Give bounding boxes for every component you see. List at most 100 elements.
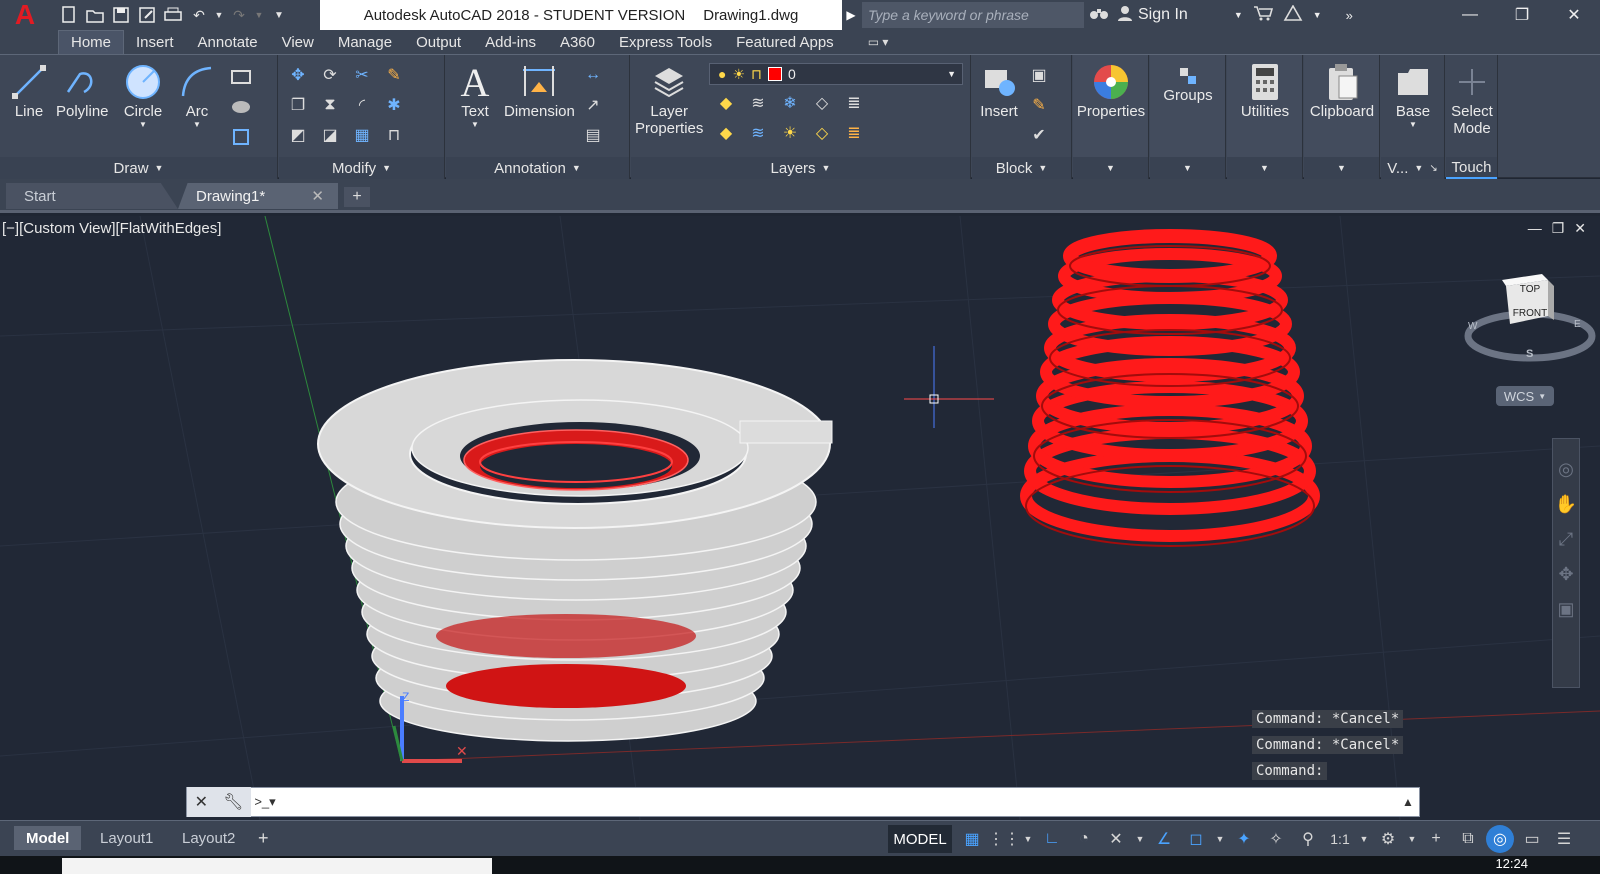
leader-icon[interactable]: ↗ — [580, 93, 606, 117]
rectangle-icon[interactable] — [228, 65, 254, 89]
command-prompt-icon[interactable]: >_▾ — [251, 787, 279, 817]
object-snap-tracking-icon[interactable]: ∠ — [1150, 825, 1178, 853]
touch-panel-footer[interactable]: Touch — [1446, 157, 1497, 179]
move-icon[interactable]: ✥ — [285, 63, 311, 87]
application-menu-button[interactable]: A — [0, 0, 50, 30]
tab-insert[interactable]: Insert — [124, 30, 186, 54]
wcs-menu[interactable]: WCS ▼ — [1496, 386, 1554, 406]
compass-east[interactable]: E — [1574, 319, 1581, 330]
circle-tool[interactable]: Circle ▼ — [122, 61, 164, 129]
redo-icon[interactable]: ↷ — [228, 5, 250, 25]
tab-annotate[interactable]: Annotate — [186, 30, 270, 54]
table-icon[interactable]: ▤ — [580, 123, 606, 147]
tab-start[interactable]: Start — [6, 183, 178, 209]
layer-match-icon[interactable]: ≣ — [841, 91, 867, 115]
layer-thaw-icon[interactable]: ☀ — [777, 121, 803, 145]
search-input[interactable]: Type a keyword or phrase — [862, 2, 1084, 28]
undo-dropdown-icon[interactable]: ▼ — [214, 5, 224, 25]
groups-panel-footer[interactable]: ▼ — [1150, 157, 1225, 179]
copy-icon[interactable]: ❐ — [285, 93, 311, 117]
viewcube-front-label[interactable]: FRONT — [1508, 308, 1552, 319]
clipboard-panel[interactable]: Clipboard ▼ — [1304, 55, 1380, 179]
compass-west[interactable]: W — [1468, 321, 1477, 332]
tab-model[interactable]: Model — [14, 826, 82, 850]
line-tool[interactable]: Line — [8, 61, 50, 120]
plot-icon[interactable] — [162, 5, 184, 25]
auto-scale-icon[interactable]: ✧ — [1262, 825, 1290, 853]
hardware-acceleration-icon[interactable]: ◎ — [1486, 825, 1514, 853]
select-mode-tool[interactable]: Select Mode — [1446, 61, 1498, 137]
edit-block-icon[interactable]: ✎ — [1026, 93, 1052, 117]
viewport-maximize-icon[interactable]: ❐ — [1552, 220, 1565, 237]
viewport-controls-label[interactable]: [−][Custom View][FlatWithEdges] — [2, 220, 221, 237]
isolate-objects-icon[interactable]: ⧉ — [1454, 825, 1482, 853]
layer-walk-icon[interactable]: ≣ — [841, 121, 867, 145]
clean-screen-icon[interactable]: ▭ — [1518, 825, 1546, 853]
isodraft-icon[interactable]: ✕ — [1102, 825, 1130, 853]
mirror-icon[interactable]: ⧗ — [317, 93, 343, 117]
explode-icon[interactable]: ✱ — [381, 93, 407, 117]
offset-icon[interactable]: ⊓ — [381, 123, 407, 147]
polar-icon[interactable]: ◔ — [1070, 825, 1098, 853]
undo-icon[interactable]: ↶ — [188, 5, 210, 25]
close-command-icon[interactable]: ✕ — [195, 792, 208, 812]
hatch-icon[interactable] — [228, 95, 254, 119]
arc-tool[interactable]: Arc ▼ — [176, 61, 218, 129]
viewcube-top-label[interactable]: TOP — [1508, 284, 1552, 295]
close-icon[interactable]: ✕ — [1548, 0, 1600, 30]
layer-lock-icon[interactable]: ◇ — [809, 91, 835, 115]
scale-value[interactable]: 1:1 — [1326, 825, 1354, 853]
create-block-icon[interactable]: ▣ — [1026, 63, 1052, 87]
text-tool[interactable]: A Text ▼ — [454, 60, 496, 130]
tab-view[interactable]: View — [270, 30, 326, 54]
binoculars-icon[interactable] — [1090, 6, 1108, 25]
rotate-icon[interactable]: ⟳ — [317, 63, 343, 87]
snap-icon[interactable]: ⋮⋮ — [988, 825, 1020, 853]
chevron-down-icon[interactable]: ▼ — [1022, 825, 1034, 853]
layer-isolate-icon[interactable]: ≋ — [745, 91, 771, 115]
tab-home[interactable]: Home — [58, 30, 125, 54]
tab-a360[interactable]: A360 — [548, 30, 607, 54]
block-panel-footer[interactable]: Block ▼ — [972, 157, 1071, 179]
minimize-icon[interactable]: — — [1444, 0, 1496, 30]
sign-in-button[interactable]: Sign In ▼ — [1118, 5, 1243, 26]
chevron-down-icon[interactable]: ▼ — [1406, 825, 1418, 853]
linear-dimension-icon[interactable]: ↔ — [580, 63, 606, 87]
new-tab-button[interactable]: + — [344, 187, 370, 207]
layer-unlock-icon[interactable]: ◇ — [809, 121, 835, 145]
clipboard-panel-footer[interactable]: ▼ — [1304, 157, 1379, 179]
object-snap-icon[interactable]: ◻ — [1182, 825, 1210, 853]
layer-off-icon[interactable]: ◆ — [713, 91, 739, 115]
draw-panel-footer[interactable]: Draw ▼ — [0, 157, 277, 179]
edit-attributes-icon[interactable]: ✔ — [1026, 123, 1052, 147]
new-icon[interactable] — [58, 5, 80, 25]
grid-icon[interactable]: ▦ — [958, 825, 986, 853]
save-icon[interactable] — [110, 5, 132, 25]
utilities-panel-footer[interactable]: ▼ — [1227, 157, 1302, 179]
utilities-panel[interactable]: Utilities ▼ — [1227, 55, 1303, 179]
workspace-gear-icon[interactable]: ⚙ — [1374, 825, 1402, 853]
tab-drawing1[interactable]: Drawing1* ✕ — [178, 183, 338, 209]
plus-icon[interactable]: + — [1422, 825, 1450, 853]
redo-dropdown-icon[interactable]: ▼ — [254, 5, 264, 25]
wrench-icon[interactable]: 🔧︎ — [223, 792, 243, 812]
layer-freeze-icon[interactable]: ❄ — [777, 91, 803, 115]
dimension-tool[interactable]: Dimension — [504, 61, 575, 120]
view-panel-footer[interactable]: V... ▼ ↘ — [1381, 157, 1444, 179]
tab-layout2[interactable]: Layout2 — [170, 826, 247, 850]
steering-wheel-icon[interactable]: ◎ — [1553, 459, 1579, 480]
pan-hand-icon[interactable]: ✋ — [1553, 494, 1579, 515]
command-history-toggle-icon[interactable]: ▲ — [1397, 795, 1419, 809]
tab-express-tools[interactable]: Express Tools — [607, 30, 724, 54]
cart-icon[interactable] — [1253, 5, 1273, 26]
compass-south[interactable]: S — [1526, 348, 1533, 360]
drawing-viewport[interactable]: Z ✕ [−][Custom View][FlatWithEdges] — ❐ … — [0, 216, 1600, 820]
groups-panel[interactable]: Groups ▼ — [1150, 55, 1226, 179]
chevron-down-icon[interactable]: ▼ — [1358, 825, 1370, 853]
double-chevron-icon[interactable]: » — [1346, 8, 1353, 23]
layer-on-icon[interactable]: ◆ — [713, 121, 739, 145]
insert-tool[interactable]: Insert — [978, 61, 1020, 120]
tab-add-ins[interactable]: Add-ins — [473, 30, 548, 54]
viewport-close-icon[interactable]: ✕ — [1574, 220, 1586, 237]
add-layout-icon[interactable]: + — [258, 828, 269, 849]
